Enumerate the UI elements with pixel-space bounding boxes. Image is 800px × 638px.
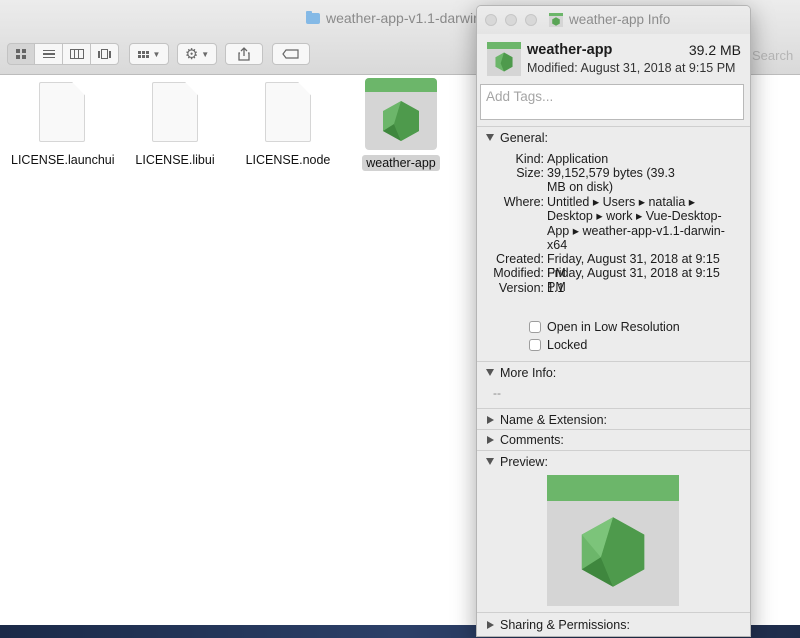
- minimize-button[interactable]: [505, 14, 517, 26]
- document-icon: [265, 82, 311, 142]
- version-value: 1.1: [547, 281, 565, 295]
- file-item-selected[interactable]: weather-app: [346, 78, 456, 172]
- kind-value: Application: [547, 152, 609, 166]
- share-button[interactable]: [225, 43, 263, 65]
- section-comments-label: Comments:: [500, 432, 564, 447]
- info-modified-line: Modified: August 31, 2018 at 9:15 PM: [527, 61, 736, 75]
- share-icon: [238, 47, 250, 61]
- section-more-info-toggle[interactable]: More Info:: [477, 363, 750, 382]
- info-title-text: weather-app Info: [569, 12, 671, 27]
- close-button[interactable]: [485, 14, 497, 26]
- chevron-down-icon: ▼: [201, 49, 210, 59]
- gallery-view-button[interactable]: [91, 43, 119, 65]
- share-group: [225, 43, 263, 65]
- view-mode-group: [7, 43, 119, 65]
- size-value: 39,152,579 bytes (39.3 MB on disk): [547, 166, 675, 195]
- get-info-window: weather-app Info weather-app 39.2 MB Mod…: [476, 5, 751, 637]
- section-name-extension-toggle[interactable]: Name & Extension:: [477, 410, 750, 429]
- divider: [477, 612, 750, 613]
- section-preview-label: Preview:: [500, 454, 548, 469]
- disclosure-right-icon: [487, 415, 494, 424]
- hexagon-icon: [495, 52, 513, 72]
- divider: [477, 450, 750, 451]
- tags-group: [272, 43, 310, 65]
- low-resolution-checkbox[interactable]: [529, 321, 541, 333]
- info-file-size: 39.2 MB: [688, 42, 741, 58]
- column-view-icon: [69, 49, 84, 59]
- document-icon: [152, 82, 198, 142]
- hexagon-icon: [552, 16, 560, 26]
- file-item[interactable]: LICENSE.launchui: [7, 80, 117, 169]
- low-resolution-checkbox-row[interactable]: Open in Low Resolution: [529, 320, 680, 334]
- app-icon: [365, 78, 437, 150]
- low-resolution-label: Open in Low Resolution: [547, 320, 680, 334]
- preview-band: [547, 475, 679, 501]
- grid-view-icon: [16, 49, 26, 59]
- cover-flow-icon: [98, 49, 111, 59]
- disclosure-down-icon: [486, 134, 494, 141]
- section-sharing-toggle[interactable]: Sharing & Permissions:: [477, 615, 750, 634]
- list-view-icon: [42, 49, 55, 59]
- file-label: LICENSE.node: [245, 153, 331, 167]
- where-value: Untitled ▸ Users ▸ natalia ▸ Desktop ▸ w…: [547, 195, 725, 252]
- list-view-button[interactable]: [35, 43, 63, 65]
- info-header: weather-app 39.2 MB Modified: August 31,…: [487, 42, 747, 80]
- tag-icon: [282, 49, 299, 59]
- file-item[interactable]: LICENSE.node: [233, 80, 343, 169]
- disclosure-right-icon: [487, 620, 494, 629]
- info-window-title: weather-app Info: [549, 12, 670, 27]
- arrange-group: ▼: [129, 43, 169, 65]
- kind-label: Kind:: [515, 152, 545, 166]
- gear-icon: ⚙: [184, 45, 199, 63]
- size-label: Size:: [516, 166, 544, 180]
- search-field-hint[interactable]: Search: [752, 48, 793, 63]
- section-name-extension-label: Name & Extension:: [500, 412, 607, 427]
- divider: [477, 408, 750, 409]
- disclosure-down-icon: [486, 458, 494, 465]
- app-icon: [549, 12, 563, 27]
- chevron-down-icon: ▼: [152, 49, 161, 59]
- finder-title-text: weather-app-v1.1-darwin: [326, 10, 481, 26]
- section-preview-toggle[interactable]: Preview:: [477, 452, 750, 471]
- where-label: Where:: [503, 195, 544, 209]
- file-label: weather-app: [362, 155, 440, 171]
- tags-input[interactable]: Add Tags...: [480, 84, 744, 120]
- edit-tags-button[interactable]: [272, 43, 310, 65]
- document-icon: [39, 82, 85, 142]
- disclosure-right-icon: [487, 435, 494, 444]
- file-label: LICENSE.libui: [135, 153, 215, 167]
- version-label: Version:: [498, 281, 544, 295]
- arrange-icon: [137, 50, 149, 58]
- locked-checkbox[interactable]: [529, 339, 541, 351]
- arrange-button[interactable]: ▼: [129, 43, 169, 65]
- section-general-label: General:: [500, 130, 548, 145]
- locked-checkbox-row[interactable]: Locked: [529, 338, 587, 352]
- action-button[interactable]: ⚙ ▼: [177, 43, 217, 65]
- icon-view-button[interactable]: [7, 43, 35, 65]
- modified-label: Modified:: [493, 266, 544, 280]
- finder-window-title: weather-app-v1.1-darwin: [306, 10, 481, 26]
- divider: [477, 126, 750, 127]
- info-titlebar: weather-app Info: [477, 6, 750, 34]
- hexagon-icon: [383, 101, 419, 141]
- hexagon-icon: [581, 516, 645, 587]
- divider: [477, 361, 750, 362]
- folder-icon: [306, 10, 320, 24]
- section-comments-toggle[interactable]: Comments:: [477, 430, 750, 449]
- created-label: Created:: [496, 252, 544, 266]
- app-icon: [487, 42, 521, 76]
- preview-image: [547, 475, 679, 606]
- section-sharing-label: Sharing & Permissions:: [500, 617, 630, 632]
- locked-label: Locked: [547, 338, 588, 352]
- zoom-button[interactable]: [525, 14, 537, 26]
- column-view-button[interactable]: [63, 43, 91, 65]
- action-group: ⚙ ▼: [177, 43, 217, 65]
- more-info-value: --: [493, 386, 501, 400]
- section-more-info-label: More Info:: [500, 365, 557, 380]
- info-file-name: weather-app: [527, 42, 613, 58]
- file-item[interactable]: LICENSE.libui: [120, 80, 230, 169]
- file-label: LICENSE.launchui: [11, 153, 115, 167]
- disclosure-down-icon: [486, 369, 494, 376]
- section-general-toggle[interactable]: General:: [477, 128, 750, 147]
